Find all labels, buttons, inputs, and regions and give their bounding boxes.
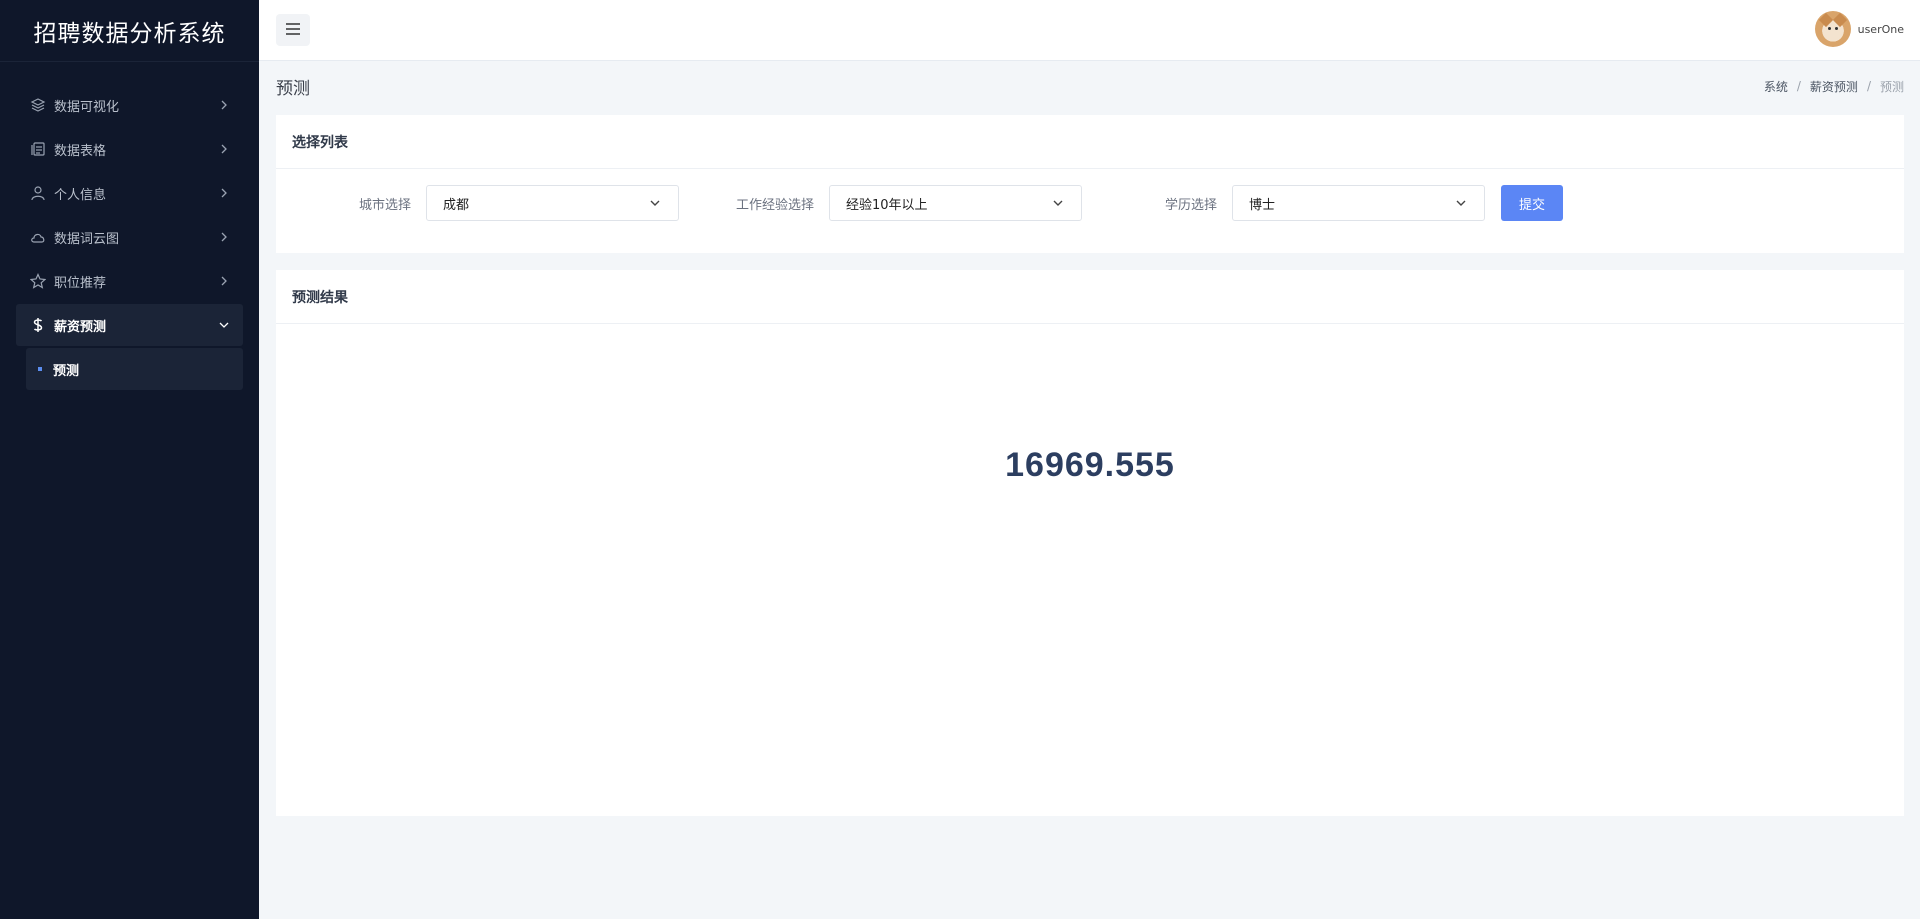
breadcrumb-separator: / [1796,79,1801,93]
salary-prediction-submenu: 预测 [26,348,243,390]
experience-label: 工作经验选择 [735,197,814,213]
breadcrumb: 系统 / 薪资预测 / 预测 [1764,78,1904,95]
result-card-title: 预测结果 [276,270,1904,324]
city-label: 城市选择 [358,197,411,213]
chevron-right-icon [217,142,231,156]
breadcrumb-separator: / [1866,79,1871,93]
result-card: 预测结果 16969.555 [276,270,1904,816]
chevron-down-icon [1454,196,1468,210]
sidebar-menu: 数据可视化 数据表格 个人信息 数据词云图 职位推荐 薪资预测 预测 [0,84,259,390]
chevron-right-icon [217,230,231,244]
city-select-value: 成都 [443,197,470,213]
selection-card-title: 选择列表 [276,115,1904,169]
sidebar-item-label: 薪资预测 [54,319,107,335]
chevron-down-icon [1051,196,1065,210]
sidebar-item-label: 职位推荐 [54,275,107,291]
sidebar: 招聘数据分析系统 数据可视化 数据表格 个人信息 数据词云图 职位推荐 薪资预测… [0,0,259,919]
submenu-item-predict[interactable]: 预测 [26,348,243,390]
username: userOne [1857,22,1904,36]
selection-card: 选择列表 城市选择 成都 工作经验选择 经验10年以上 学历选择 博士 提交 [276,115,1904,253]
chevron-right-icon [217,186,231,200]
education-label: 学历选择 [1164,197,1217,213]
sidebar-item-label: 个人信息 [54,187,107,203]
selection-form: 城市选择 成都 工作经验选择 经验10年以上 学历选择 博士 提交 [276,185,1904,221]
menu-toggle-button[interactable] [276,14,310,46]
sidebar-item-data-table[interactable]: 数据表格 [16,128,243,170]
layers-icon [28,95,48,115]
prediction-result-value: 16969.555 [1005,446,1175,484]
app-title: 招聘数据分析系统 [0,0,259,62]
cloud-icon [28,227,48,247]
submenu-item-label: 预测 [53,363,80,379]
sidebar-item-data-visualization[interactable]: 数据可视化 [16,84,243,126]
sidebar-item-job-recommendation[interactable]: 职位推荐 [16,260,243,302]
chevron-right-icon [217,274,231,288]
sidebar-item-word-cloud[interactable]: 数据词云图 [16,216,243,258]
dollar-icon [28,315,48,335]
chevron-down-icon [217,318,231,332]
chevron-right-icon [217,98,231,112]
sidebar-item-salary-prediction[interactable]: 薪资预测 [16,304,243,346]
breadcrumb-item-system[interactable]: 系统 [1764,78,1788,95]
sidebar-item-label: 数据可视化 [54,99,120,115]
education-select[interactable]: 博士 [1232,185,1485,221]
user-menu[interactable]: userOne [1814,11,1904,47]
topbar: userOne [259,0,1920,61]
bullet-icon [38,367,42,371]
sidebar-item-label: 数据表格 [54,143,107,159]
sidebar-item-label: 数据词云图 [54,231,120,247]
breadcrumb-item-salary-prediction[interactable]: 薪资预测 [1810,78,1858,95]
breadcrumb-item-current: 预测 [1879,79,1904,94]
education-select-value: 博士 [1249,197,1276,213]
sidebar-item-personal-info[interactable]: 个人信息 [16,172,243,214]
hamburger-icon [285,21,301,40]
chevron-down-icon [648,196,662,210]
avatar [1814,11,1851,47]
submit-button[interactable]: 提交 [1501,185,1563,221]
user-icon [28,183,48,203]
city-select[interactable]: 成都 [426,185,679,221]
experience-select[interactable]: 经验10年以上 [829,185,1082,221]
page-header: 预测 系统 / 薪资预测 / 预测 [276,73,1904,99]
page-title: 预测 [276,78,310,99]
star-icon [28,271,48,291]
experience-select-value: 经验10年以上 [846,197,928,213]
table-icon [28,139,48,159]
